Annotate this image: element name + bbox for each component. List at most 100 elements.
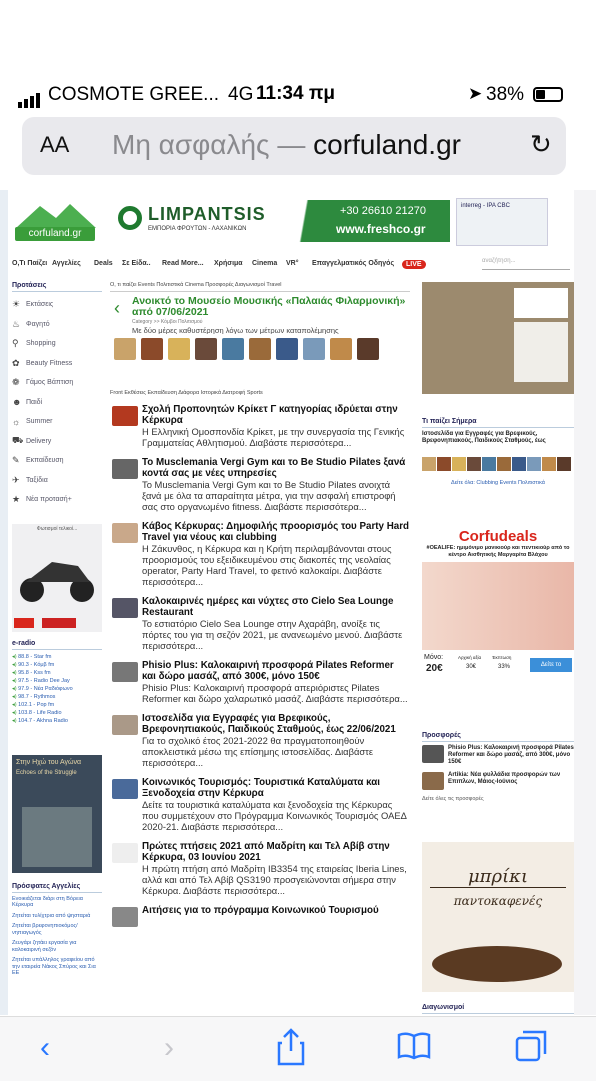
today-item[interactable]: Ιστοσελίδα για Εγγραφές για Βρεφικούς, Β…	[422, 431, 574, 445]
see-all-link[interactable]: Δείτε όλα: Clubbing Events Πολιτιστικά	[422, 480, 574, 486]
left-menu-item[interactable]: ♨ Φαγητό	[12, 315, 102, 335]
nav-item-se-eida[interactable]: Σε Είδα..	[122, 260, 151, 267]
story-title[interactable]: Κάβος Κέρκυρας: Δημοφιλής προορισμός του…	[142, 521, 410, 543]
event-thumbnail[interactable]	[276, 338, 298, 360]
prev-arrow-icon[interactable]: ‹	[114, 298, 120, 319]
event-thumbnail[interactable]	[303, 338, 325, 360]
left-menu-item[interactable]: ✿ Beauty Fitness	[12, 354, 102, 374]
nav-item-odigos[interactable]: Επαγγελματικός Οδηγός	[312, 260, 394, 267]
bookmarks-icon[interactable]	[396, 1031, 432, 1061]
nav-item-cinema[interactable]: Cinema	[252, 260, 277, 267]
news-story[interactable]: Κάβος Κέρκυρας: Δημοφιλής προορισμός του…	[110, 521, 410, 587]
today-thumbnail[interactable]	[557, 457, 571, 471]
see-deal-button[interactable]: Δείτε το	[530, 658, 572, 672]
share-icon[interactable]	[276, 1027, 306, 1067]
event-tabs[interactable]: Ο, τι παίζει Events Πολιτιστικά Cinema Π…	[110, 282, 410, 292]
radio-station[interactable]: ◂) 98.7 - Rythmos	[12, 693, 102, 701]
bakery-ad[interactable]: μπρίκι παντοκαφενές	[422, 842, 574, 992]
featured-headline[interactable]: Ανοικτό το Μουσείο Μουσικής «Παλαιάς Φιλ…	[132, 296, 408, 318]
news-story[interactable]: To Musclemania Vergi Gym και το Be Studi…	[110, 457, 410, 512]
book-ad[interactable]: Στην Ηχώ του Αγώνα Echoes of the Struggl…	[12, 754, 102, 873]
radio-station[interactable]: ◂) 104.7 - Akhna Radio	[12, 717, 102, 725]
event-thumbnail[interactable]	[357, 338, 379, 360]
today-thumbnail[interactable]	[527, 457, 541, 471]
nav-item-ti-paizei[interactable]: Ο,Τι Παίζει	[12, 260, 47, 267]
nav-item-read-more[interactable]: Read More...	[162, 260, 204, 267]
news-story[interactable]: Καλοκαιρινές ημέρες και νύχτες στο Cielo…	[110, 596, 410, 651]
left-menu-item[interactable]: ❁ Γάμος Βάπτιση	[12, 373, 102, 393]
today-thumbnail[interactable]	[482, 457, 496, 471]
forward-icon[interactable]: ›	[164, 1031, 174, 1065]
today-thumbnail[interactable]	[422, 457, 436, 471]
event-thumbnail[interactable]	[195, 338, 217, 360]
nav-item-aggelies[interactable]: Αγγελίες	[52, 260, 81, 267]
reload-icon[interactable]: ↻	[530, 129, 552, 160]
today-thumbnail[interactable]	[452, 457, 466, 471]
event-thumbnail[interactable]	[222, 338, 244, 360]
scooter-ad[interactable]: Φωτισμοί τελικοί...	[12, 523, 102, 632]
corfudeals-ad[interactable]: Corfudeals #OEALIFE: ημιμόνιμο μανικιούρ…	[422, 528, 574, 718]
recent-ad-link[interactable]: Ζητείται βρεφονηπιοκόμος/ νηπιαγωγός	[12, 923, 102, 936]
freshco-banner[interactable]: +30 26610 21270 www.freshco.gr	[278, 200, 450, 242]
story-title[interactable]: Σχολή Προπονητών Κρίκετ Γ κατηγορίας ιδρ…	[142, 404, 410, 426]
left-menu-item[interactable]: ☻ Παιδί	[12, 393, 102, 413]
news-story[interactable]: Αιτήσεις για το πρόγραμμα Κοινωνικού Του…	[110, 905, 410, 927]
left-menu-item[interactable]: ☼ Summer	[12, 412, 102, 432]
radio-station[interactable]: ◂) 103.8 - Life Radio	[12, 709, 102, 717]
recent-ad-link[interactable]: Ζητείται τυλίχτρια από ψησταριά	[12, 913, 102, 920]
back-icon[interactable]: ‹	[40, 1031, 50, 1065]
nav-item-xrisima[interactable]: Χρήσιμα	[214, 260, 243, 267]
story-title[interactable]: Ιστοσελίδα για Εγγραφές για Βρεφικούς, Β…	[142, 713, 410, 735]
event-thumbnail[interactable]	[114, 338, 136, 360]
story-title[interactable]: Πρώτες πτήσεις 2021 από Μαδρίτη και Τελ …	[142, 841, 410, 863]
today-thumbnail[interactable]	[497, 457, 511, 471]
left-menu-item[interactable]: ☀ Εκτάσεις	[12, 295, 102, 315]
news-story[interactable]: Σχολή Προπονητών Κρίκετ Γ κατηγορίας ιδρ…	[110, 404, 410, 448]
nav-item-deals[interactable]: Deals	[94, 260, 113, 267]
news-story[interactable]: Ιστοσελίδα για Εγγραφές για Βρεφικούς, Β…	[110, 713, 410, 768]
recent-ad-link[interactable]: Ζητείται υπάλληλος γραφείου από την εται…	[12, 957, 102, 977]
radio-station[interactable]: ◂) 88.8 - Star fm	[12, 653, 102, 661]
radio-station[interactable]: ◂) 90.3 - Κόμβ fm	[12, 661, 102, 669]
radio-station[interactable]: ◂) 97.5 - Radio Dee Jay	[12, 677, 102, 685]
left-menu-item[interactable]: ★ Νέα προτασή+	[12, 490, 102, 510]
event-thumbnail[interactable]	[330, 338, 352, 360]
news-story[interactable]: Πρώτες πτήσεις 2021 από Μαδρίτη και Τελ …	[110, 841, 410, 896]
corfuland-logo[interactable]: corfuland.gr	[12, 200, 98, 242]
event-thumbnail[interactable]	[141, 338, 163, 360]
today-thumbnail[interactable]	[437, 457, 451, 471]
search-input[interactable]: αναζήτηση...	[482, 258, 570, 270]
today-thumbnail[interactable]	[512, 457, 526, 471]
left-menu-item[interactable]: ⚲ Shopping	[12, 334, 102, 354]
left-menu-item[interactable]: ✈ Ταξίδια	[12, 471, 102, 491]
story-title[interactable]: Κοινωνικός Τουρισμός: Τουριστικά Καταλύμ…	[142, 777, 410, 799]
recent-ad-link[interactable]: Ενοικιάζεται διάρι στη Βόρεια Κέρκυρα	[12, 896, 102, 909]
all-offers-link[interactable]: Δείτε όλες τις προσφορές	[422, 796, 574, 802]
nav-item-vr[interactable]: VR°	[286, 260, 299, 267]
live-badge[interactable]: LIVE	[402, 260, 426, 269]
story-title[interactable]: Phisio Plus: Καλοκαιρινή προσφορά Pilate…	[142, 660, 410, 682]
url-text[interactable]: Μη ασφαλής — corfuland.gr	[112, 129, 461, 161]
radio-station[interactable]: ◂) 95.8 - Kss fm	[12, 669, 102, 677]
address-bar[interactable]: AA Μη ασφαλής — corfuland.gr ↻	[22, 117, 566, 175]
radio-station[interactable]: ◂) 102.1 - Pop fm	[12, 701, 102, 709]
tabs-icon[interactable]	[514, 1029, 548, 1063]
today-thumbnail[interactable]	[542, 457, 556, 471]
radio-station[interactable]: ◂) 97.9 - Νέα Ραδιόφωνο	[12, 685, 102, 693]
event-thumbnail[interactable]	[168, 338, 190, 360]
left-menu-item[interactable]: ✎ Εκπαίδευση	[12, 451, 102, 471]
today-thumbnail[interactable]	[467, 457, 481, 471]
event-thumbnail[interactable]	[249, 338, 271, 360]
news-story[interactable]: Κοινωνικός Τουρισμός: Τουριστικά Καταλύμ…	[110, 777, 410, 832]
pottery-ad[interactable]	[422, 282, 574, 394]
news-tabs[interactable]: Front Εκθέσεις Εκπαίδευση Διάφορα Ιστορι…	[110, 390, 410, 396]
story-title[interactable]: Καλοκαιρινές ημέρες και νύχτες στο Cielo…	[142, 596, 410, 618]
limpantsis-ad[interactable]: LIMPANTSIS ΕΜΠΟΡΙΑ ΦΡΟΥΤΩΝ - ΛΑΧΑΝΙΚΩΝ	[118, 202, 268, 242]
side-list-item[interactable]: Phisio Plus: Καλοκαιρινή προσφορά Pilate…	[422, 745, 574, 766]
recent-ad-link[interactable]: Ζευγάρι ζητάει εργασία για καλοκαιρινή σ…	[12, 940, 102, 953]
interreg-ad[interactable]: interreg - IPA CBC	[456, 198, 548, 246]
side-list-item[interactable]: Artikia: Νέα φυλλάδια προσφορών των Επιπ…	[422, 772, 574, 790]
story-title[interactable]: To Musclemania Vergi Gym και το Be Studi…	[142, 457, 410, 479]
left-menu-item[interactable]: ⛟ Delivery	[12, 432, 102, 452]
story-title[interactable]: Αιτήσεις για το πρόγραμμα Κοινωνικού Του…	[142, 905, 410, 916]
